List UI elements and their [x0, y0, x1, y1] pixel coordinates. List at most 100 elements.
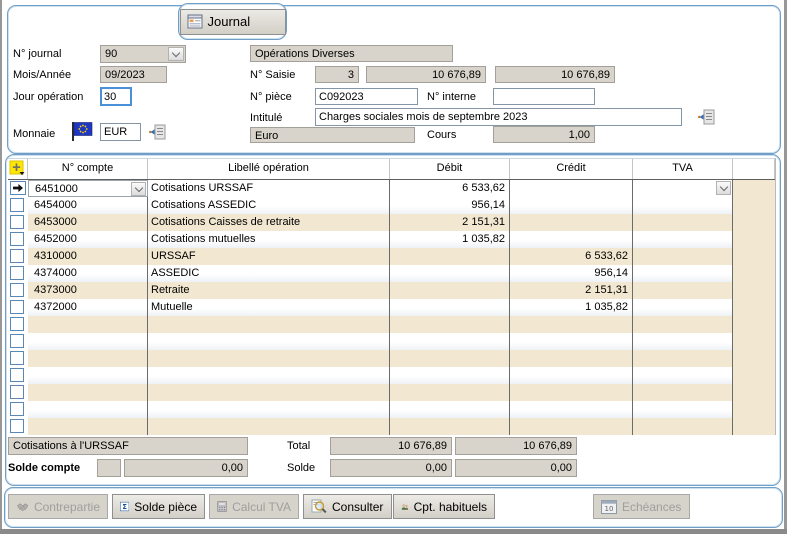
row-selector[interactable] — [8, 384, 28, 401]
cell-compte[interactable]: 6454000 — [28, 197, 148, 214]
cell-tva[interactable] — [633, 180, 733, 197]
cell-credit[interactable] — [510, 350, 633, 367]
cell-tva[interactable] — [633, 282, 733, 299]
title-input[interactable] — [315, 108, 682, 126]
cell-compte[interactable]: 4372000 — [28, 299, 148, 316]
cell-libelle[interactable] — [148, 401, 390, 418]
cell-debit[interactable]: 6 533,62 — [390, 180, 510, 197]
cell-tva[interactable] — [633, 248, 733, 265]
currency-code-input[interactable] — [100, 123, 141, 141]
cell-compte[interactable]: 6452000 — [28, 231, 148, 248]
row-selector[interactable] — [8, 248, 28, 265]
currency-lookup-icon[interactable] — [148, 124, 166, 143]
cell-libelle[interactable]: Retraite — [148, 282, 390, 299]
cell-credit[interactable] — [510, 180, 633, 197]
cell-credit[interactable]: 1 035,82 — [510, 299, 633, 316]
cell-libelle[interactable]: Cotisations mutuelles — [148, 231, 390, 248]
cell-tva[interactable] — [633, 418, 733, 435]
cell-debit[interactable]: 2 151,31 — [390, 214, 510, 231]
piece-number-input[interactable] — [315, 88, 418, 105]
row-selector[interactable] — [8, 282, 28, 299]
cell-debit[interactable] — [390, 384, 510, 401]
cell-credit[interactable] — [510, 384, 633, 401]
cell-compte[interactable] — [28, 367, 148, 384]
row-selector[interactable] — [8, 214, 28, 231]
cell-libelle[interactable]: ASSEDIC — [148, 265, 390, 282]
cell-libelle[interactable] — [148, 350, 390, 367]
cell-libelle[interactable] — [148, 333, 390, 350]
row-selector[interactable] — [8, 418, 28, 435]
cell-debit[interactable] — [390, 265, 510, 282]
cell-tva[interactable] — [633, 333, 733, 350]
cell-tva[interactable] — [633, 401, 733, 418]
cell-compte[interactable]: 4374000 — [28, 265, 148, 282]
cell-compte[interactable]: 6451000 — [28, 180, 148, 197]
cell-tva[interactable] — [633, 265, 733, 282]
cell-credit[interactable] — [510, 214, 633, 231]
add-row-header-cell[interactable] — [8, 159, 28, 179]
row-selector[interactable] — [8, 197, 28, 214]
cell-debit[interactable] — [390, 248, 510, 265]
cell-debit[interactable] — [390, 350, 510, 367]
cell-credit[interactable]: 6 533,62 — [510, 248, 633, 265]
cell-compte[interactable]: 6453000 — [28, 214, 148, 231]
cell-debit[interactable]: 1 035,82 — [390, 231, 510, 248]
cell-credit[interactable]: 956,14 — [510, 265, 633, 282]
row-selector[interactable] — [8, 401, 28, 418]
chevron-down-icon[interactable] — [716, 181, 731, 195]
cell-debit[interactable] — [390, 367, 510, 384]
cell-credit[interactable] — [510, 197, 633, 214]
cell-debit[interactable] — [390, 401, 510, 418]
cell-compte[interactable] — [28, 316, 148, 333]
row-selector[interactable] — [8, 180, 28, 197]
row-selector[interactable] — [8, 231, 28, 248]
cell-libelle[interactable] — [148, 418, 390, 435]
cell-tva[interactable] — [633, 350, 733, 367]
cell-debit[interactable]: 956,14 — [390, 197, 510, 214]
cell-credit[interactable] — [510, 418, 633, 435]
journal-button[interactable]: Journal — [180, 9, 286, 35]
cell-credit[interactable] — [510, 367, 633, 384]
chevron-down-icon[interactable] — [131, 182, 146, 196]
cell-libelle[interactable]: Cotisations URSSAF — [148, 180, 390, 197]
cell-compte[interactable]: 4310000 — [28, 248, 148, 265]
cell-tva[interactable] — [633, 231, 733, 248]
journal-number-combobox[interactable]: 90 — [100, 45, 186, 63]
cell-credit[interactable]: 2 151,31 — [510, 282, 633, 299]
cell-debit[interactable] — [390, 418, 510, 435]
cell-tva[interactable] — [633, 197, 733, 214]
cell-libelle[interactable]: Cotisations ASSEDIC — [148, 197, 390, 214]
cell-libelle[interactable]: Cotisations Caisses de retraite — [148, 214, 390, 231]
row-selector[interactable] — [8, 316, 28, 333]
row-selector[interactable] — [8, 367, 28, 384]
cell-tva[interactable] — [633, 367, 733, 384]
row-selector[interactable] — [8, 299, 28, 316]
cell-credit[interactable] — [510, 333, 633, 350]
cell-compte[interactable] — [28, 333, 148, 350]
cell-compte[interactable] — [28, 401, 148, 418]
chevron-down-icon[interactable] — [168, 47, 184, 61]
cell-tva[interactable] — [633, 299, 733, 316]
cell-debit[interactable] — [390, 316, 510, 333]
consulter-button[interactable]: Consulter — [303, 494, 392, 519]
title-lookup-icon[interactable] — [697, 109, 715, 128]
cell-compte[interactable] — [28, 418, 148, 435]
row-selector[interactable] — [8, 350, 28, 367]
cell-credit[interactable] — [510, 231, 633, 248]
cell-libelle[interactable] — [148, 367, 390, 384]
operation-day-input[interactable] — [100, 87, 132, 106]
cell-libelle[interactable]: Mutuelle — [148, 299, 390, 316]
row-selector[interactable] — [8, 333, 28, 350]
row-selector[interactable] — [8, 265, 28, 282]
cell-credit[interactable] — [510, 316, 633, 333]
cell-tva[interactable] — [633, 214, 733, 231]
cell-libelle[interactable] — [148, 384, 390, 401]
cpt-habituels-button[interactable]: Cpt. habituels — [393, 494, 495, 519]
internal-number-input[interactable] — [493, 88, 595, 105]
solde-piece-button[interactable]: Σ Solde pièce — [112, 494, 205, 519]
cell-compte[interactable] — [28, 384, 148, 401]
cell-compte[interactable]: 4373000 — [28, 282, 148, 299]
cell-debit[interactable] — [390, 333, 510, 350]
cell-debit[interactable] — [390, 282, 510, 299]
cell-compte[interactable] — [28, 350, 148, 367]
